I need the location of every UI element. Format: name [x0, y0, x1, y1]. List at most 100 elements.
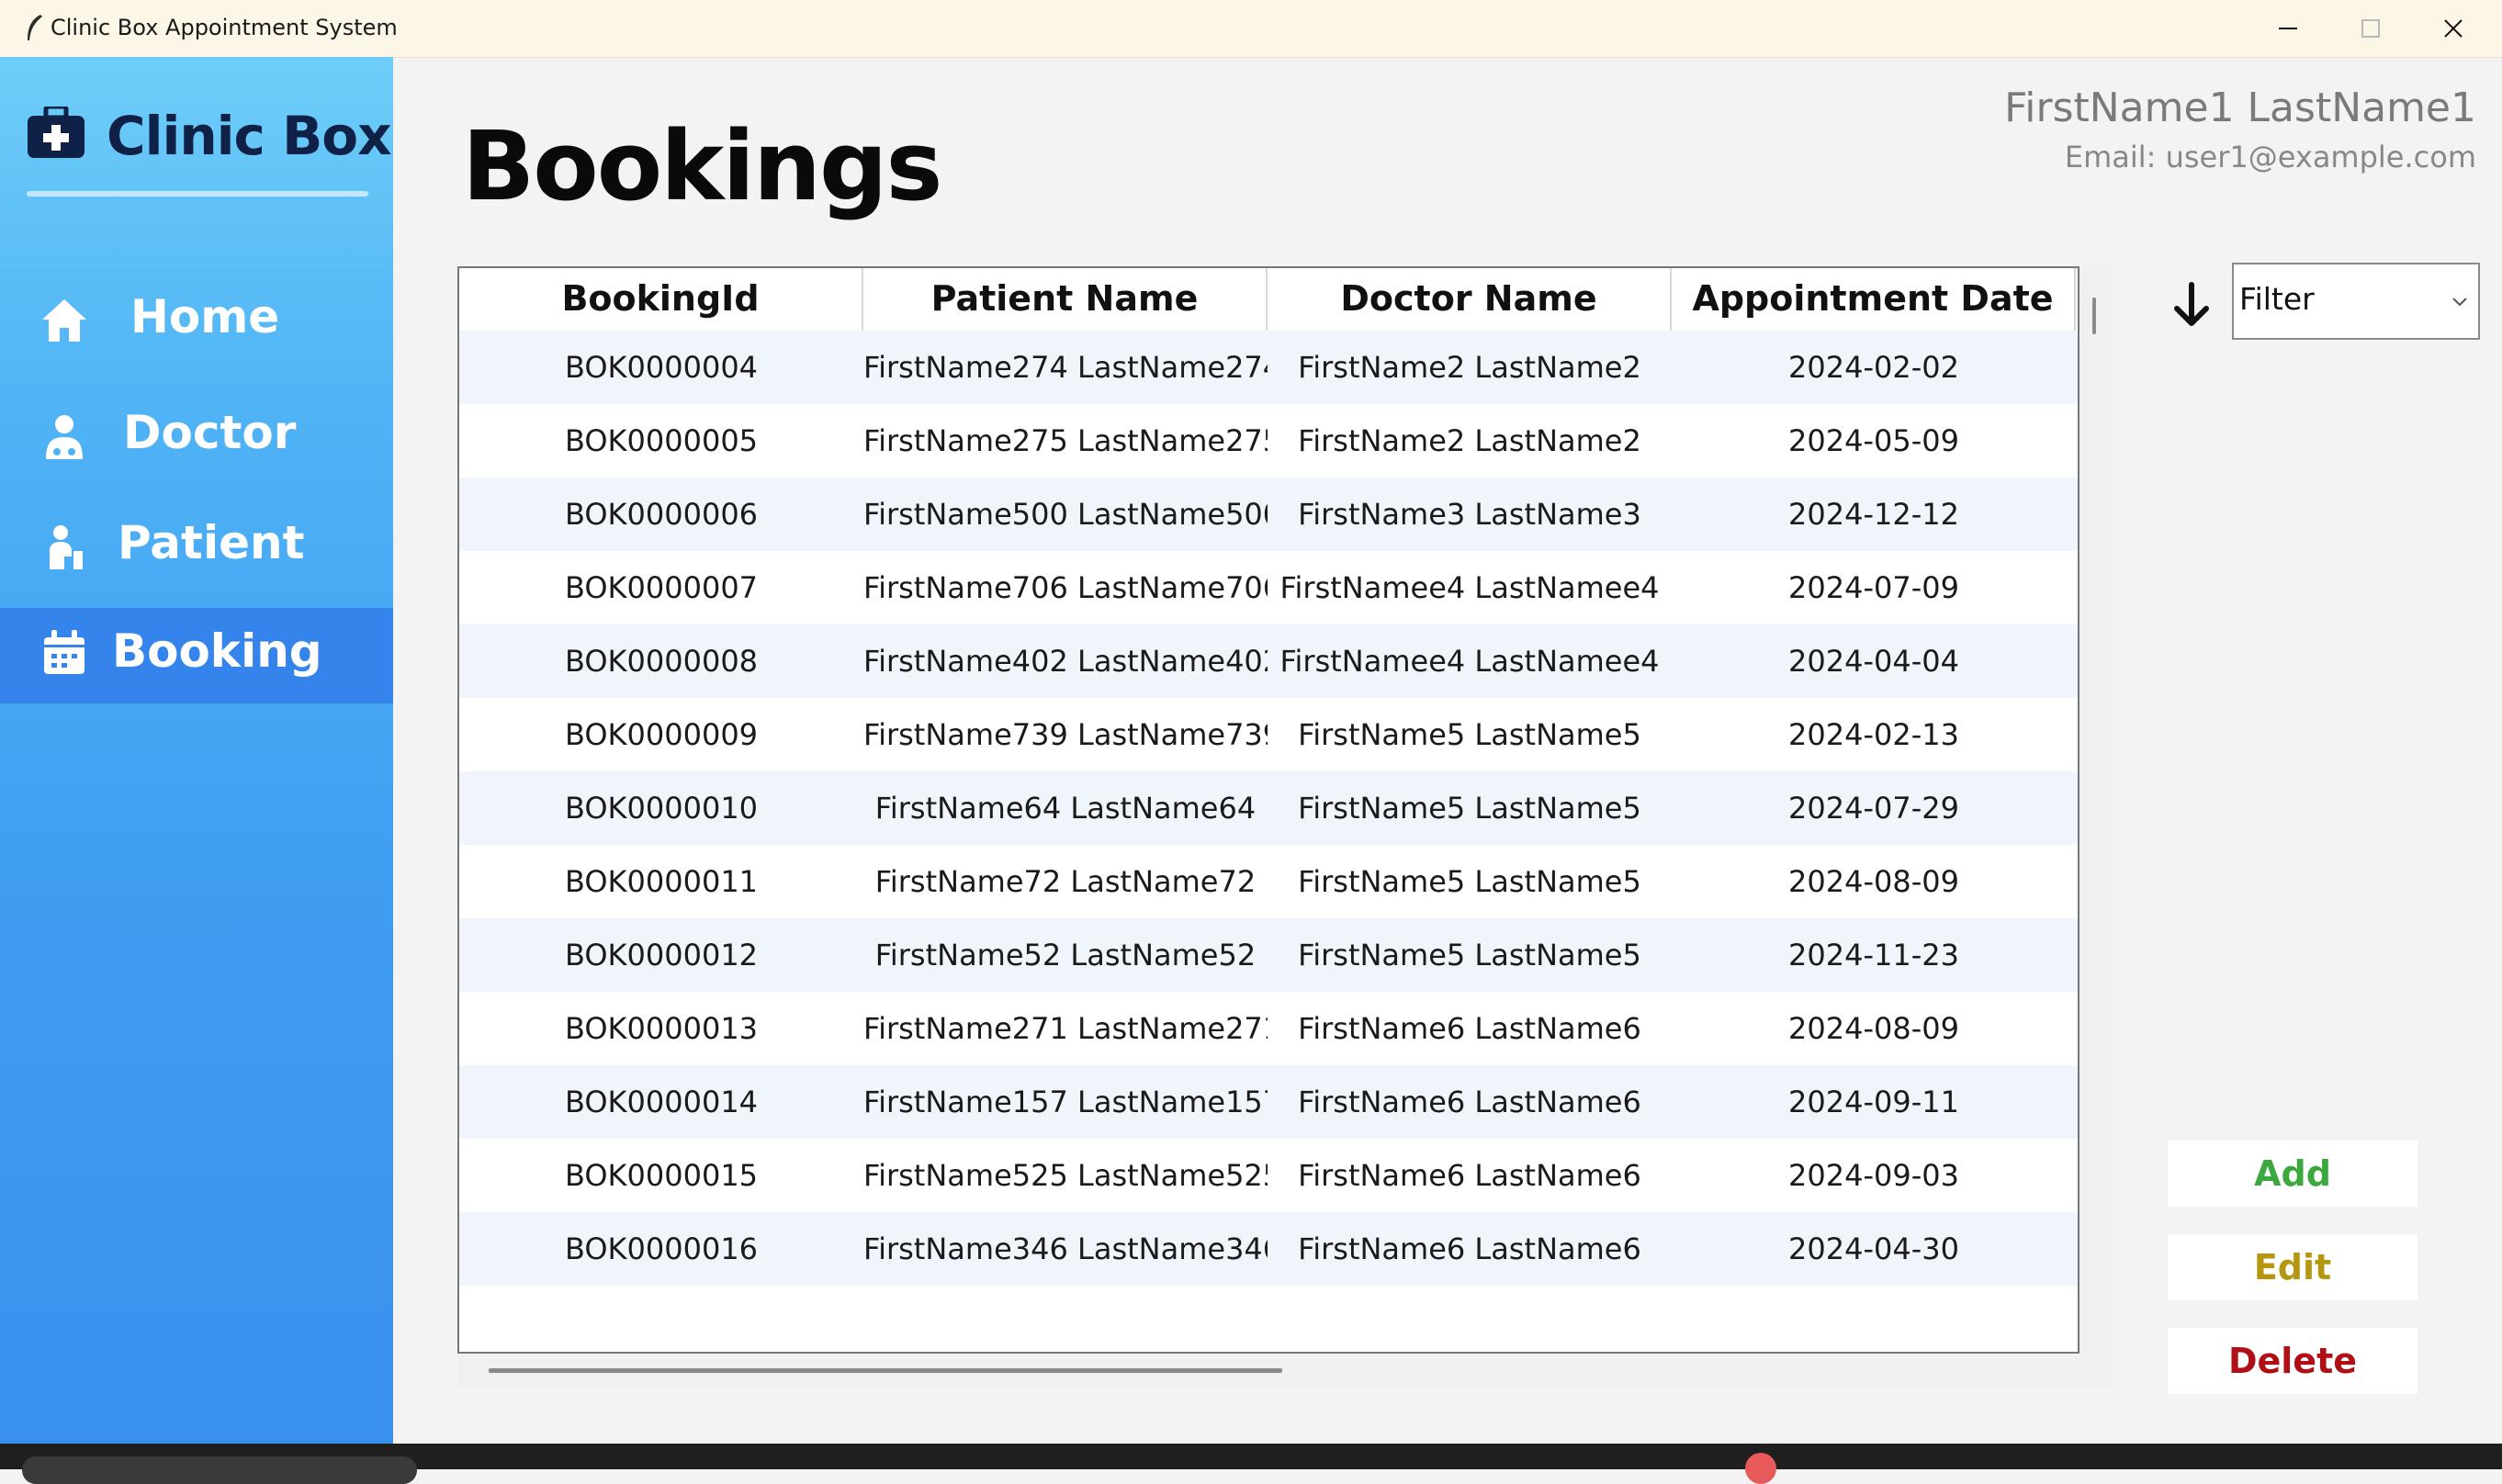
horizontal-scrollbar[interactable] [457, 1354, 2111, 1387]
table-cell: FirstName52 LastName52 [874, 938, 1257, 972]
weather-icon[interactable] [1745, 1453, 1776, 1484]
table-row[interactable]: BOK0000016 FirstName346 LastName346 FirstN… [459, 1212, 2078, 1286]
table-cell: FirstName275 LastName275 [863, 423, 1268, 458]
table-row[interactable]: BOK0000005 FirstName275 LastName275 FirstN… [459, 404, 2078, 478]
table-cell: FirstName5 LastName5 [1298, 864, 1641, 899]
window-title: Clinic Box Appointment System [51, 15, 398, 40]
table-row[interactable]: BOK0000009 FirstName739 LastName739 FirstN… [459, 698, 2078, 771]
table-row[interactable]: BOK0000011 FirstName72 LastName72 FirstNam… [459, 845, 2078, 918]
chevron-down-icon [2452, 298, 2467, 307]
table-row[interactable]: BOK0000013 FirstName271 LastName271 FirstN… [459, 992, 2078, 1065]
calendar-icon [44, 630, 85, 674]
table-cell: FirstName2 LastName2 [1298, 350, 1641, 385]
table-cell: FirstName5 LastName5 [1298, 791, 1641, 826]
add-button[interactable]: Add [2168, 1141, 2417, 1207]
table-cell: BOK0000014 [564, 1085, 759, 1119]
table-cell: FirstName6 LastName6 [1298, 1158, 1641, 1193]
maximize-icon [2361, 19, 2380, 38]
table-row[interactable]: BOK0000012 FirstName52 LastName52 FirstNam… [459, 918, 2078, 992]
sidebar-item-home[interactable]: Home [0, 270, 393, 365]
table-cell: BOK0000005 [564, 423, 759, 458]
table-cell: FirstName72 LastName72 [874, 864, 1257, 899]
table-cell: FirstName157 LastName157 [863, 1085, 1268, 1119]
medical-kit-icon [28, 107, 85, 158]
window-titlebar: Clinic Box Appointment System [0, 0, 2502, 58]
table-cell: BOK0000007 [564, 570, 759, 605]
table-cell: 2024-04-30 [1788, 1231, 1959, 1266]
user-email: Email: user1@example.com [2064, 140, 2476, 174]
minimize-icon [2279, 28, 2297, 29]
table-row[interactable]: BOK0000004 FirstName274 LastName274 FirstN… [459, 331, 2078, 404]
table-cell: FirstName271 LastName271 [863, 1011, 1268, 1046]
table-cell: BOK0000011 [564, 864, 759, 899]
table-cell: FirstNamee4 LastNamee4 [1279, 570, 1660, 605]
doctor-icon [46, 415, 83, 459]
table-cell: BOK0000004 [564, 350, 759, 385]
table-header: BookingId Patient Name Doctor Name Appoi… [459, 268, 2078, 331]
column-header-doctor-name[interactable]: Doctor Name [1268, 268, 1672, 331]
table-row[interactable]: BOK0000007 FirstName706 LastName706 FirstN… [459, 551, 2078, 624]
table-cell: FirstName274 LastName274 [863, 350, 1268, 385]
sidebar-item-patient[interactable]: Patient [0, 496, 393, 591]
table-cell: BOK0000013 [564, 1011, 759, 1046]
sidebar: Clinic Box Home Doctor Patient Booking [0, 57, 393, 1469]
sidebar-item-label: Home [130, 290, 280, 343]
brand-name: Clinic Box [107, 105, 392, 167]
table-cell: FirstNamee4 LastNamee4 [1279, 644, 1660, 679]
table-cell: FirstName402 LastName402 [863, 644, 1268, 679]
close-button[interactable] [2412, 0, 2495, 57]
feather-icon [28, 15, 42, 40]
table-row[interactable]: BOK0000006 FirstName500 LastName500 FirstN… [459, 478, 2078, 551]
filter-dropdown[interactable]: Filter [2232, 263, 2480, 340]
table-cell: FirstName5 LastName5 [1298, 717, 1641, 752]
table-cell: BOK0000015 [564, 1158, 759, 1193]
table-cell: 2024-05-09 [1788, 423, 1959, 458]
table-cell: 2024-07-29 [1788, 791, 1959, 826]
table-cell: FirstName739 LastName739 [863, 717, 1268, 752]
vertical-scrollbar-thumb[interactable] [2092, 298, 2096, 334]
table-cell: 2024-09-03 [1788, 1158, 1959, 1193]
vertical-scrollbar[interactable] [2079, 266, 2111, 1387]
table-cell: 2024-04-04 [1788, 644, 1959, 679]
user-name: FirstName1 LastName1 [2004, 84, 2476, 131]
column-header-patient-name[interactable]: Patient Name [863, 268, 1268, 331]
minimize-button[interactable] [2247, 0, 2329, 57]
column-header-appointment-date[interactable]: Appointment Date [1672, 268, 2076, 331]
table-cell: FirstName6 LastName6 [1298, 1231, 1641, 1266]
sort-arrow-down-icon[interactable] [2171, 281, 2212, 329]
home-icon [42, 299, 86, 342]
table-cell: BOK0000008 [564, 644, 759, 679]
table-cell: 2024-08-09 [1788, 1011, 1959, 1046]
table-cell: BOK0000012 [564, 938, 759, 972]
delete-button[interactable]: Delete [2168, 1328, 2417, 1394]
table-cell: BOK0000009 [564, 717, 759, 752]
taskbar-search-box[interactable] [22, 1456, 417, 1484]
sidebar-item-label: Patient [118, 516, 305, 569]
table-cell: FirstName64 LastName64 [874, 791, 1257, 826]
page-title: Bookings [462, 110, 942, 222]
sidebar-item-label: Booking [112, 624, 322, 678]
table-row[interactable]: BOK0000015 FirstName525 LastName525 FirstN… [459, 1139, 2078, 1212]
table-cell: FirstName6 LastName6 [1298, 1085, 1641, 1119]
table-row[interactable]: BOK0000010 FirstName64 LastName64 FirstNam… [459, 771, 2078, 845]
table-cell: FirstName5 LastName5 [1298, 938, 1641, 972]
close-icon [2444, 19, 2463, 38]
sidebar-item-booking[interactable]: Booking [0, 608, 393, 703]
table-row[interactable]: BOK0000014 FirstName157 LastName157 FirstN… [459, 1065, 2078, 1139]
table-cell: 2024-09-11 [1788, 1085, 1959, 1119]
table-cell: BOK0000006 [564, 497, 759, 532]
patient-icon [50, 525, 83, 569]
table-cell: BOK0000010 [564, 791, 759, 826]
sidebar-item-label: Doctor [123, 406, 297, 459]
horizontal-scrollbar-thumb[interactable] [489, 1368, 1282, 1373]
table-cell: FirstName500 LastName500 [863, 497, 1268, 532]
taskbar [0, 1444, 2502, 1484]
edit-button[interactable]: Edit [2168, 1234, 2417, 1300]
table-row[interactable]: BOK0000008 FirstName402 LastName402 FirstN… [459, 624, 2078, 698]
maximize-button[interactable] [2329, 0, 2412, 57]
sidebar-item-doctor[interactable]: Doctor [0, 386, 393, 481]
brand-divider [27, 191, 368, 197]
column-header-booking-id[interactable]: BookingId [459, 268, 863, 331]
table-cell: FirstName2 LastName2 [1298, 423, 1641, 458]
table-cell: FirstName525 LastName525 [863, 1158, 1268, 1193]
